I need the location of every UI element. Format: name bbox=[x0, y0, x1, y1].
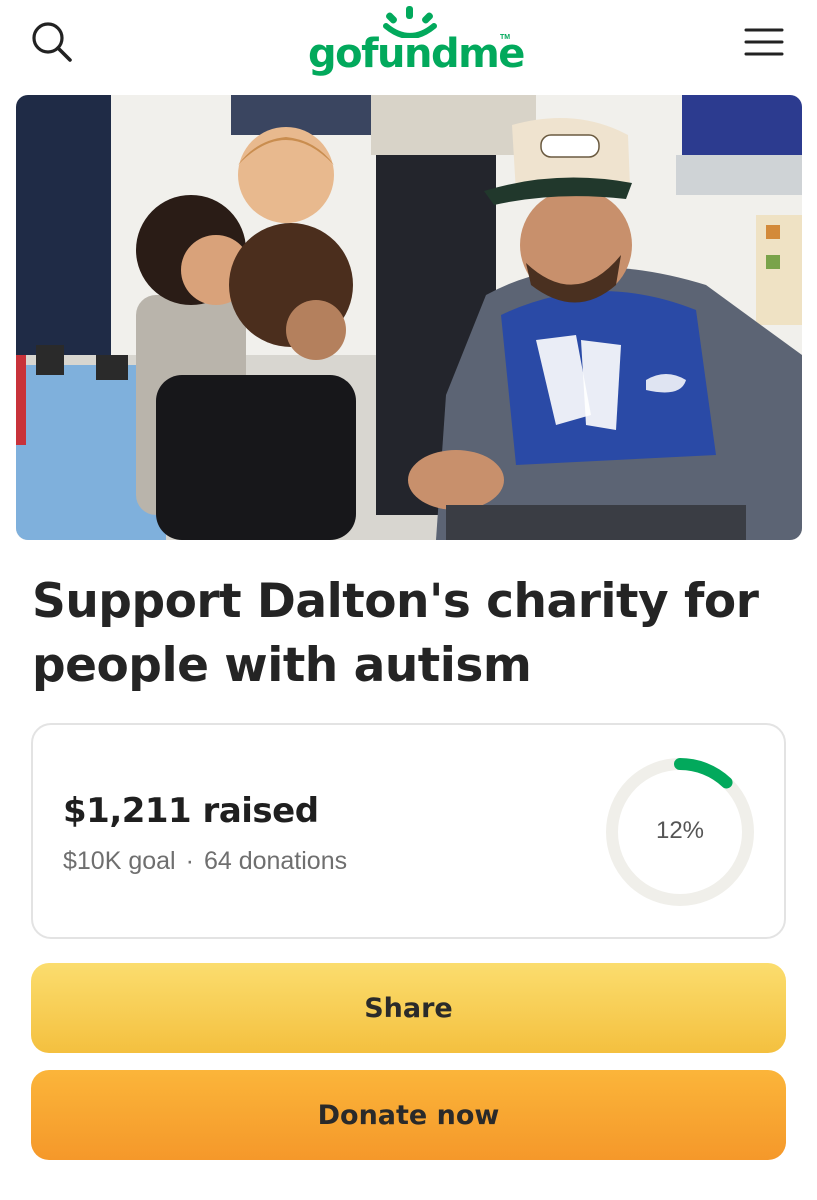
separator-dot: · bbox=[185, 847, 194, 875]
campaign-photo bbox=[16, 95, 802, 540]
trademark-mark: TM bbox=[500, 34, 511, 41]
goal-and-donations: $10K goal · 64 donations bbox=[63, 847, 347, 876]
search-button[interactable] bbox=[28, 18, 76, 66]
amount-raised: $1,211 raised bbox=[63, 791, 319, 831]
hamburger-menu-icon bbox=[744, 28, 784, 56]
menu-button[interactable] bbox=[740, 20, 788, 64]
donate-button-label: Donate now bbox=[317, 1099, 500, 1131]
share-button[interactable]: Share bbox=[31, 963, 786, 1053]
raised-label: raised bbox=[202, 791, 320, 831]
gofundme-logo[interactable]: gofundme TM bbox=[300, 4, 525, 84]
top-nav: gofundme TM bbox=[0, 0, 817, 90]
goal-text: $10K goal bbox=[63, 847, 176, 875]
share-button-label: Share bbox=[364, 992, 453, 1024]
donations-count: 64 donations bbox=[203, 847, 348, 875]
campaign-title: Support Dalton's charity for people with… bbox=[32, 574, 759, 693]
donate-now-button[interactable]: Donate now bbox=[31, 1070, 786, 1160]
progress-percent: 12% bbox=[655, 817, 705, 844]
logo-wordmark: gofundme bbox=[308, 31, 525, 77]
campaign-photo-illustration bbox=[16, 95, 802, 540]
donation-progress-card: $1,211 raised $10K goal · 64 donations 12% bbox=[31, 723, 786, 939]
search-icon bbox=[32, 22, 72, 62]
raised-amount: $1,211 bbox=[63, 791, 192, 831]
